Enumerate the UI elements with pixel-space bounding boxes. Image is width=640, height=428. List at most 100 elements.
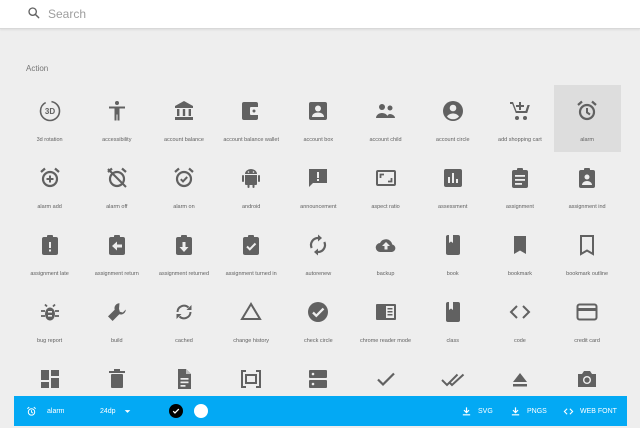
account-circle-icon: [442, 101, 463, 121]
icon-tile[interactable]: bug report: [16, 286, 83, 353]
icon-tile[interactable]: book: [419, 219, 486, 286]
search-icon[interactable]: [26, 5, 42, 21]
icon-label: code: [513, 338, 526, 344]
icon-tile[interactable]: alarm add: [16, 152, 83, 219]
icon-tile[interactable]: account circle: [419, 85, 486, 152]
icon-tile[interactable]: assessment: [419, 152, 486, 219]
icon-tile[interactable]: accessibility: [83, 85, 150, 152]
chevron-down-icon: [124, 409, 130, 413]
icon-tile[interactable]: aspect ratio: [352, 152, 419, 219]
assignment-late-icon: [41, 235, 58, 255]
icon-label: assignment late: [30, 271, 69, 277]
photo-camera-icon: [578, 371, 597, 387]
alarm-add-icon: [39, 167, 60, 188]
icon-label: account circle: [435, 137, 470, 143]
alarm-icon: [27, 406, 36, 416]
dns-list-icon: [309, 370, 328, 388]
icon-tile[interactable]: assignment ind: [554, 152, 621, 219]
icon-label: cached: [175, 338, 193, 344]
icon-label: credit card: [574, 338, 600, 344]
icon-tile[interactable]: cached: [150, 286, 217, 353]
backup-icon: [375, 239, 395, 253]
cached-icon: [176, 304, 192, 320]
icon-tile[interactable]: account box: [285, 85, 352, 152]
icon-tile[interactable]: change history: [218, 286, 285, 353]
icon-tile[interactable]: add shopping cart: [486, 85, 553, 152]
icon-label: assignment: [505, 204, 534, 210]
icon-label: aspect ratio: [371, 204, 400, 210]
icon-tile[interactable]: account balance wallet: [218, 85, 285, 152]
icon-tile[interactable]: announcement: [285, 152, 352, 219]
icon-tile[interactable]: autorenew: [285, 219, 352, 286]
build-icon: [107, 303, 126, 321]
alarm-icon: [577, 100, 597, 121]
eject-icon: [512, 373, 527, 387]
icon-label: 3d rotation: [36, 137, 63, 143]
icon-tile[interactable]: class: [419, 286, 486, 353]
icon-tile[interactable]: assignment: [486, 152, 553, 219]
3d-rotation-icon: 3D: [39, 100, 60, 122]
icon-tile[interactable]: check circle: [285, 286, 352, 353]
download-pngs-button[interactable]: PNGS: [510, 396, 547, 426]
download-icon: [462, 406, 471, 415]
icon-tile[interactable]: bookmark: [486, 219, 553, 286]
icon-tile[interactable]: 3D 3d rotation: [16, 85, 83, 152]
icon-tile[interactable]: bookmark outline: [554, 219, 621, 286]
android-icon: [242, 169, 261, 188]
autorenew-icon: [310, 234, 327, 256]
icon-label: assignment returned: [158, 271, 210, 277]
icon-tile[interactable]: alarm off: [83, 152, 150, 219]
download-svg-button[interactable]: SVG: [461, 396, 493, 426]
icon-tile[interactable]: account child: [352, 85, 419, 152]
selected-icon-name: alarm: [26, 396, 65, 426]
icon-tile[interactable]: assignment late: [16, 219, 83, 286]
icon-tile[interactable]: chrome reader mode: [352, 286, 419, 353]
icon-tile[interactable]: backup: [352, 219, 419, 286]
section-title: Action: [26, 64, 49, 73]
icon-label: bookmark: [507, 271, 532, 277]
search-bar: [0, 0, 640, 29]
done-all-icon: [441, 373, 464, 387]
size-value: 24dp: [100, 407, 116, 415]
icon-label: class: [446, 338, 459, 344]
size-select[interactable]: 24dp: [100, 396, 131, 426]
icon-tile[interactable]: code: [486, 286, 553, 353]
account-balance-wallet-icon: [242, 102, 261, 120]
done-icon: [376, 372, 395, 387]
icon-label: account balance wallet: [223, 137, 279, 143]
assignment-turned-in-icon: [243, 235, 260, 255]
icon-tile[interactable]: assignment returned: [150, 219, 217, 286]
account-child-icon: [375, 104, 395, 118]
bug-report-icon: [40, 303, 59, 321]
alarm-on-icon: [174, 167, 194, 188]
icon-tile[interactable]: account balance: [150, 85, 217, 152]
icon-label: assignment return: [94, 271, 139, 277]
icon-label: account box: [303, 137, 334, 143]
icon-tile[interactable]: android: [218, 152, 285, 219]
assignment-return-icon: [108, 235, 125, 255]
icon-label: alarm: [580, 137, 594, 143]
icon-label: assignment ind: [568, 204, 606, 210]
icon-label: book: [446, 271, 459, 277]
aspect-ratio-icon: [375, 170, 396, 186]
icon-tile[interactable]: credit card: [554, 286, 621, 353]
icon-tile[interactable]: alarm on: [150, 152, 217, 219]
white-color-swatch[interactable]: [194, 404, 208, 418]
selected-icon-label: alarm: [47, 407, 65, 415]
account-balance-icon: [174, 101, 193, 120]
icon-tile[interactable]: build: [83, 286, 150, 353]
icon-tile[interactable]: assignment turned in: [218, 219, 285, 286]
dashboard-icon: [40, 370, 59, 388]
icon-label: assignment turned in: [225, 271, 277, 277]
icon-tile[interactable]: alarm: [553, 85, 621, 152]
icon-label: android: [241, 204, 261, 210]
class-icon: [445, 302, 460, 322]
black-color-swatch[interactable]: [169, 404, 183, 418]
icon-tile[interactable]: assignment return: [83, 219, 150, 286]
icon-label: account balance: [163, 137, 204, 143]
web-font-button[interactable]: WEB FONT: [563, 396, 617, 426]
code-icon: [563, 407, 574, 415]
search-input[interactable]: [46, 4, 610, 24]
announcement-icon: [309, 169, 328, 187]
code-icon: [509, 305, 531, 319]
